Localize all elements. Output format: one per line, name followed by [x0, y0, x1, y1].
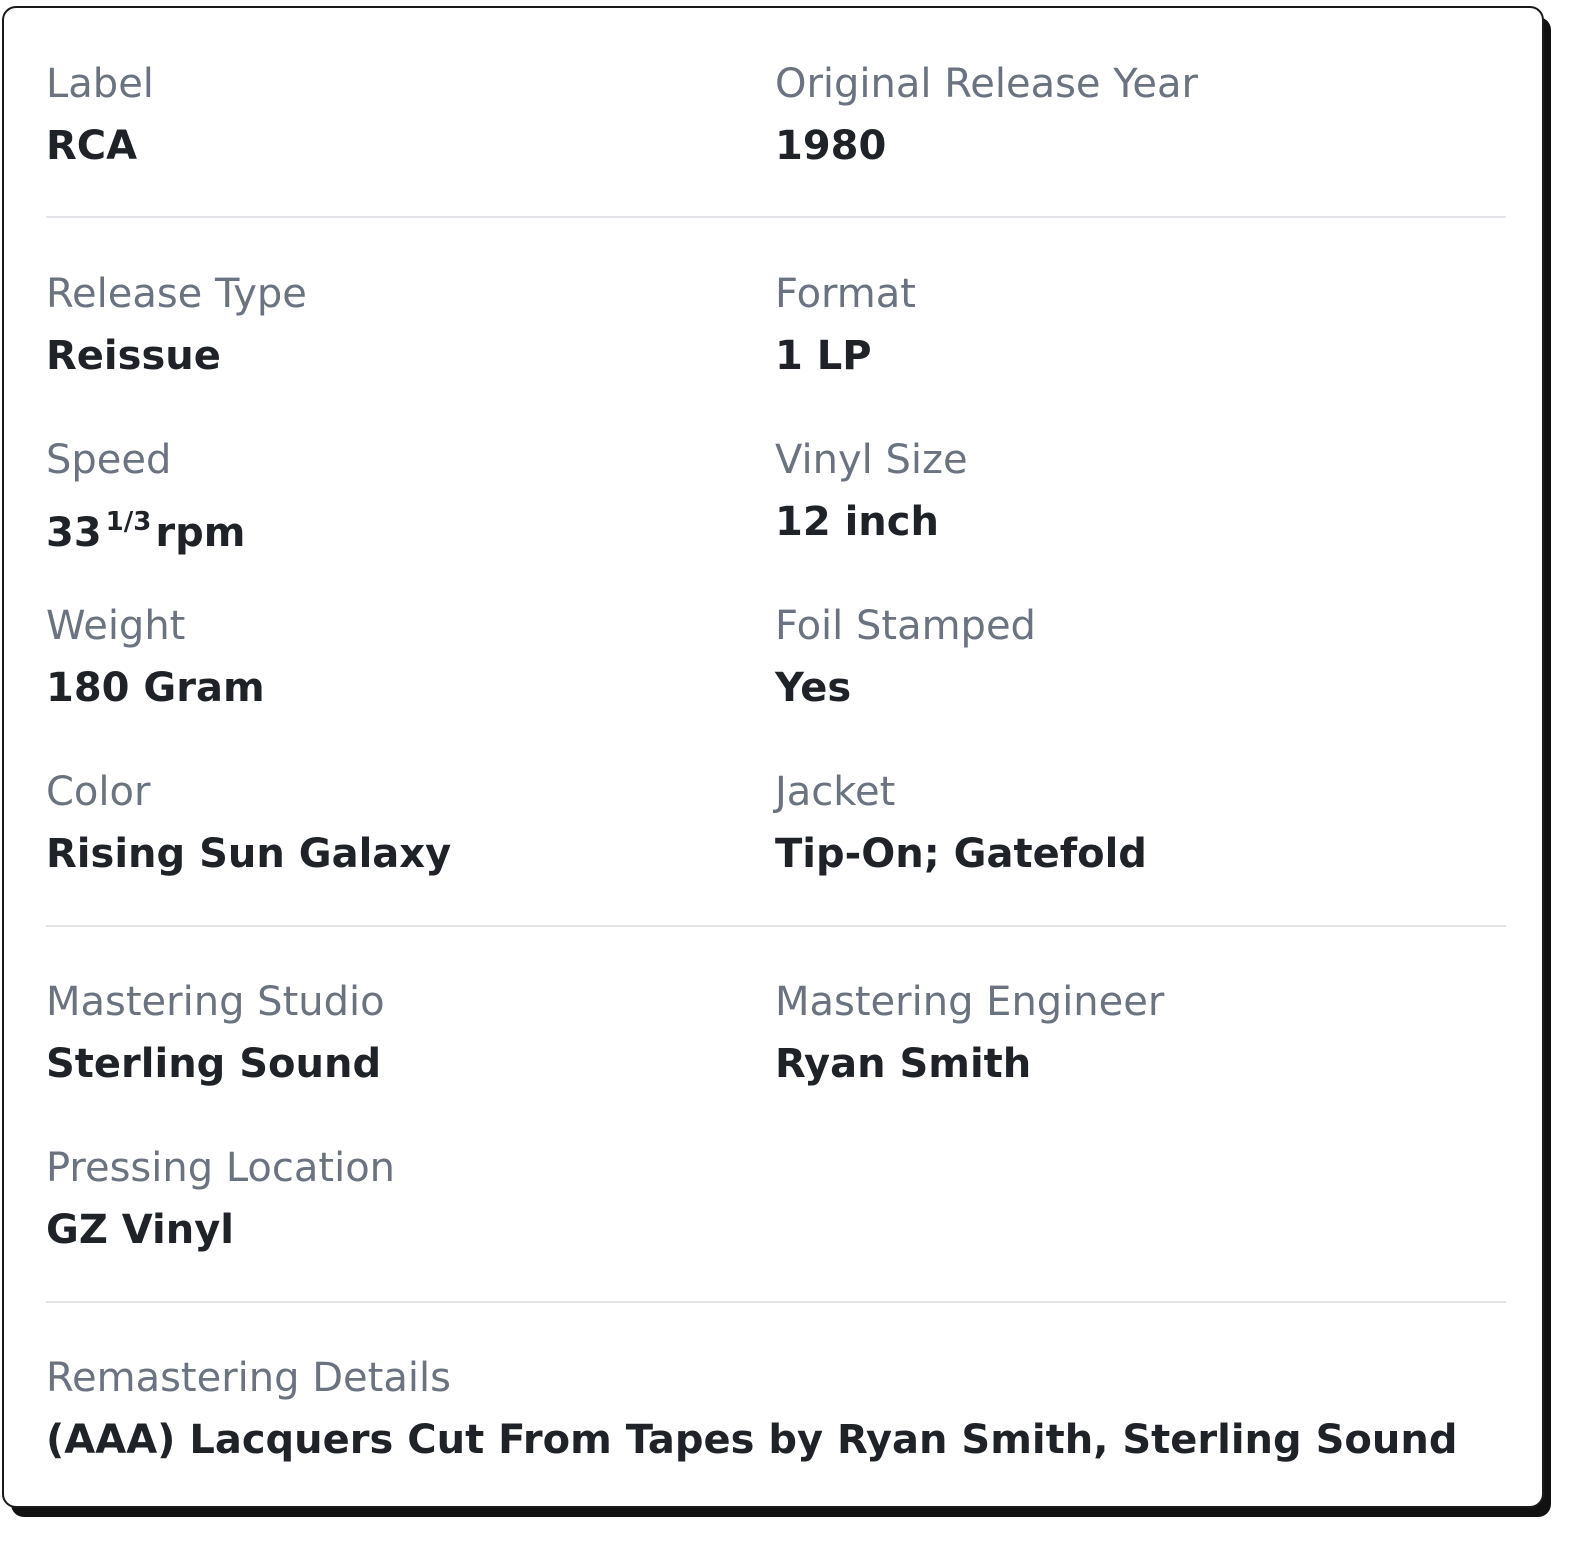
field-pressing-location: Pressing Location GZ Vinyl [46, 1144, 746, 1254]
field-color-title: Color [46, 769, 151, 815]
speed-value-unit: rpm [155, 510, 246, 556]
field-label-value: RCA [46, 123, 138, 169]
field-original-release-year-value: 1980 [775, 123, 887, 169]
field-vinyl-size-title: Vinyl Size [775, 437, 968, 483]
speed-value-fraction: 1/3 [105, 507, 152, 537]
field-mastering-studio-value: Sterling Sound [46, 1041, 382, 1087]
field-label: Label RCA [46, 60, 746, 170]
field-format-value: 1 LP [775, 333, 872, 379]
section-divider [46, 216, 1506, 218]
field-color-value: Rising Sun Galaxy [46, 831, 452, 877]
field-remastering-details-title: Remastering Details [46, 1355, 451, 1401]
field-jacket-title: Jacket [775, 769, 896, 815]
field-foil-stamped-value: Yes [775, 665, 852, 711]
field-foil-stamped-title: Foil Stamped [775, 603, 1036, 649]
field-format-title: Format [775, 271, 916, 317]
field-jacket-value: Tip-On; Gatefold [775, 831, 1147, 877]
section-divider [46, 1301, 1506, 1303]
field-remastering-details: Remastering Details (AAA) Lacquers Cut F… [46, 1354, 1506, 1464]
field-format: Format 1 LP [775, 270, 1475, 380]
field-weight: Weight 180 Gram [46, 602, 746, 712]
field-pressing-location-value: GZ Vinyl [46, 1207, 234, 1253]
field-remastering-details-value: (AAA) Lacquers Cut From Tapes by Ryan Sm… [46, 1417, 1458, 1463]
speed-value-main: 33 [46, 510, 102, 556]
field-mastering-studio: Mastering Studio Sterling Sound [46, 978, 746, 1088]
field-speed: Speed 33 1/3 rpm [46, 436, 746, 557]
field-original-release-year: Original Release Year 1980 [775, 60, 1475, 170]
field-release-type: Release Type Reissue [46, 270, 746, 380]
section-divider [46, 925, 1506, 927]
field-jacket: Jacket Tip-On; Gatefold [775, 768, 1475, 878]
field-color: Color Rising Sun Galaxy [46, 768, 746, 878]
field-foil-stamped: Foil Stamped Yes [775, 602, 1475, 712]
field-speed-title: Speed [46, 437, 172, 483]
field-weight-value: 180 Gram [46, 665, 265, 711]
field-release-type-title: Release Type [46, 271, 307, 317]
field-pressing-location-title: Pressing Location [46, 1145, 396, 1191]
field-vinyl-size-value: 12 inch [775, 499, 939, 545]
field-vinyl-size: Vinyl Size 12 inch [775, 436, 1475, 546]
product-details-card: Label RCA Original Release Year 1980 Rel… [2, 6, 1544, 1508]
field-mastering-studio-title: Mastering Studio [46, 979, 385, 1025]
field-mastering-engineer-title: Mastering Engineer [775, 979, 1165, 1025]
field-mastering-engineer: Mastering Engineer Ryan Smith [775, 978, 1475, 1088]
field-label-title: Label [46, 61, 154, 107]
field-original-release-year-title: Original Release Year [775, 61, 1198, 107]
field-release-type-value: Reissue [46, 333, 221, 379]
field-weight-title: Weight [46, 603, 186, 649]
field-mastering-engineer-value: Ryan Smith [775, 1041, 1032, 1087]
field-speed-value: 33 1/3 rpm [46, 498, 746, 557]
